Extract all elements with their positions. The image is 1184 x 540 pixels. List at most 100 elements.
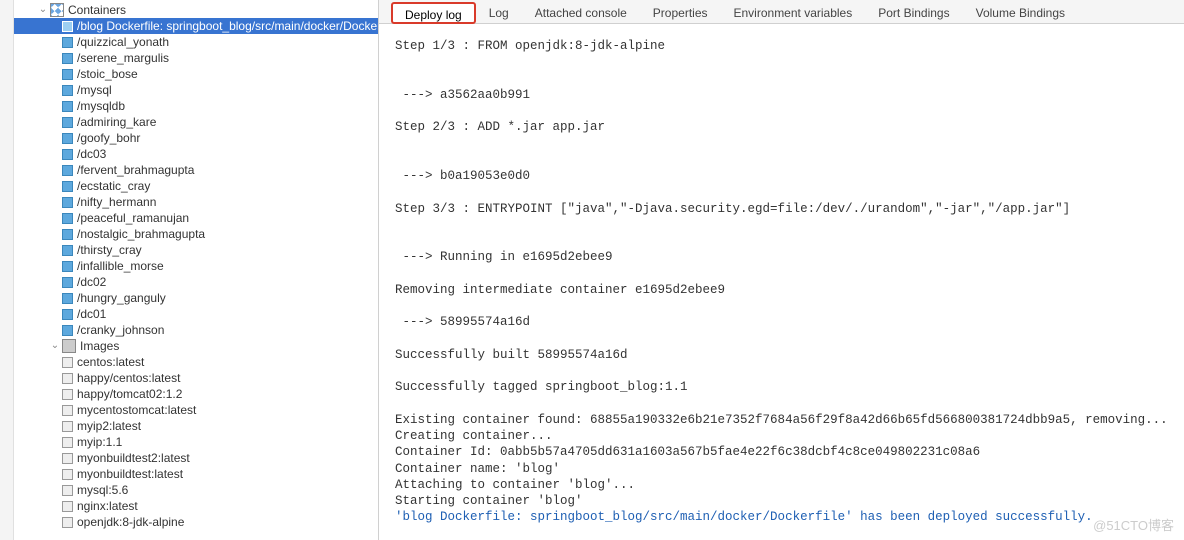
container-icon — [62, 133, 73, 144]
tree-item-container[interactable]: /nifty_hermann — [14, 194, 378, 210]
tree-item-container[interactable]: /dc03 — [14, 146, 378, 162]
tree-item-image[interactable]: happy/centos:latest — [14, 370, 378, 386]
deploy-log-output[interactable]: Step 1/3 : FROM openjdk:8-jdk-alpine ---… — [379, 24, 1184, 540]
expand-icon[interactable]: ⌄ — [36, 2, 50, 18]
tree-item-label: /peaceful_ramanujan — [77, 210, 189, 226]
container-icon — [62, 245, 73, 256]
tree-item-image[interactable]: happy/tomcat02:1.2 — [14, 386, 378, 402]
tree-item-label: happy/tomcat02:1.2 — [77, 386, 182, 402]
tree-item-label: /nostalgic_brahmagupta — [77, 226, 205, 242]
containers-icon — [50, 3, 64, 17]
tree-item-label: /hungry_ganguly — [77, 290, 166, 306]
image-icon — [62, 469, 73, 480]
tree-item-selected[interactable]: /blog Dockerfile: springboot_blog/src/ma… — [14, 18, 378, 34]
tree-item-label: centos:latest — [77, 354, 144, 370]
tree-item-label: /blog Dockerfile: springboot_blog/src/ma… — [77, 18, 379, 34]
tree-item-image[interactable]: myonbuildtest:latest — [14, 466, 378, 482]
tree-item-container[interactable]: /dc01 — [14, 306, 378, 322]
container-icon — [62, 181, 73, 192]
tree-item-label: /quizzical_yonath — [77, 34, 169, 50]
tab-log[interactable]: Log — [476, 1, 522, 23]
container-icon — [62, 229, 73, 240]
tab-properties[interactable]: Properties — [640, 1, 721, 23]
tree-item-label: myip:1.1 — [77, 434, 122, 450]
image-icon — [62, 421, 73, 432]
container-icon — [62, 309, 73, 320]
tree-item-container[interactable]: /admiring_kare — [14, 114, 378, 130]
tree-item-container[interactable]: /serene_margulis — [14, 50, 378, 66]
container-icon — [62, 101, 73, 112]
container-icon — [62, 277, 73, 288]
container-icon — [62, 21, 73, 32]
image-icon — [62, 517, 73, 528]
tab-port-bindings[interactable]: Port Bindings — [865, 1, 962, 23]
tree-item-label: /stoic_bose — [77, 66, 138, 82]
container-icon — [62, 117, 73, 128]
tree-item-image[interactable]: myip2:latest — [14, 418, 378, 434]
tree-item-label: /cranky_johnson — [77, 322, 164, 338]
image-icon — [62, 389, 73, 400]
tree-item-label: /dc02 — [77, 274, 106, 290]
tree-item-image[interactable]: myip:1.1 — [14, 434, 378, 450]
tree-item-container[interactable]: /nostalgic_brahmagupta — [14, 226, 378, 242]
tree-item-container[interactable]: /hungry_ganguly — [14, 290, 378, 306]
tree-item-container[interactable]: /cranky_johnson — [14, 322, 378, 338]
tree-item-container[interactable]: /fervent_brahmagupta — [14, 162, 378, 178]
expand-icon[interactable]: ⌄ — [48, 338, 62, 354]
tab-environment-variables[interactable]: Environment variables — [721, 1, 866, 23]
tree-item-label: /ecstatic_cray — [77, 178, 150, 194]
container-icon — [62, 293, 73, 304]
tab-attached-console[interactable]: Attached console — [522, 1, 640, 23]
main-panel: Deploy logLogAttached consolePropertiesE… — [379, 0, 1184, 540]
container-icon — [62, 213, 73, 224]
tree-item-container[interactable]: /goofy_bohr — [14, 130, 378, 146]
tree-item-label: myip2:latest — [77, 418, 141, 434]
tab-deploy-log[interactable]: Deploy log — [391, 2, 476, 24]
tree-item-container[interactable]: /infallible_morse — [14, 258, 378, 274]
tree-group-images[interactable]: ⌄ Images — [14, 338, 378, 354]
containers-label: Containers — [68, 2, 126, 18]
image-icon — [62, 485, 73, 496]
tree-item-label: /dc03 — [77, 146, 106, 162]
tree-item-image[interactable]: myonbuildtest2:latest — [14, 450, 378, 466]
tree-item-container[interactable]: /stoic_bose — [14, 66, 378, 82]
tree-item-container[interactable]: /thirsty_cray — [14, 242, 378, 258]
tree-item-label: /serene_margulis — [77, 50, 169, 66]
tree-item-image[interactable]: mycentostomcat:latest — [14, 402, 378, 418]
tree-item-label: /infallible_morse — [77, 258, 164, 274]
container-icon — [62, 261, 73, 272]
tree-item-image[interactable]: nginx:latest — [14, 498, 378, 514]
image-icon — [62, 501, 73, 512]
container-icon — [62, 149, 73, 160]
tree-item-label: nginx:latest — [77, 498, 138, 514]
sidebar-tree[interactable]: ⌄ Containers /blog Dockerfile: springboo… — [14, 0, 379, 540]
tree-item-container[interactable]: /dc02 — [14, 274, 378, 290]
tab-volume-bindings[interactable]: Volume Bindings — [963, 1, 1078, 23]
tree-item-label: /mysql — [77, 82, 112, 98]
images-label: Images — [80, 338, 119, 354]
tree-item-image[interactable]: centos:latest — [14, 354, 378, 370]
tree-item-label: /mysqldb — [77, 98, 125, 114]
tree-item-image[interactable]: mysql:5.6 — [14, 482, 378, 498]
tree-item-container[interactable]: /ecstatic_cray — [14, 178, 378, 194]
image-icon — [62, 373, 73, 384]
tree-item-label: /dc01 — [77, 306, 106, 322]
container-icon — [62, 197, 73, 208]
tree-item-label: /fervent_brahmagupta — [77, 162, 194, 178]
left-gutter — [0, 0, 14, 540]
tree-item-container[interactable]: /quizzical_yonath — [14, 34, 378, 50]
tree-item-container[interactable]: /peaceful_ramanujan — [14, 210, 378, 226]
image-icon — [62, 357, 73, 368]
tree-item-label: /nifty_hermann — [77, 194, 156, 210]
container-icon — [62, 325, 73, 336]
tree-item-label: openjdk:8-jdk-alpine — [77, 514, 184, 530]
tree-item-container[interactable]: /mysql — [14, 82, 378, 98]
tree-item-label: /admiring_kare — [77, 114, 156, 130]
tree-item-label: /thirsty_cray — [77, 242, 142, 258]
tree-item-container[interactable]: /mysqldb — [14, 98, 378, 114]
tree-item-label: mysql:5.6 — [77, 482, 128, 498]
tree-item-label: myonbuildtest2:latest — [77, 450, 190, 466]
tree-item-image[interactable]: openjdk:8-jdk-alpine — [14, 514, 378, 530]
tree-group-containers[interactable]: ⌄ Containers — [14, 2, 378, 18]
images-icon — [62, 339, 76, 353]
